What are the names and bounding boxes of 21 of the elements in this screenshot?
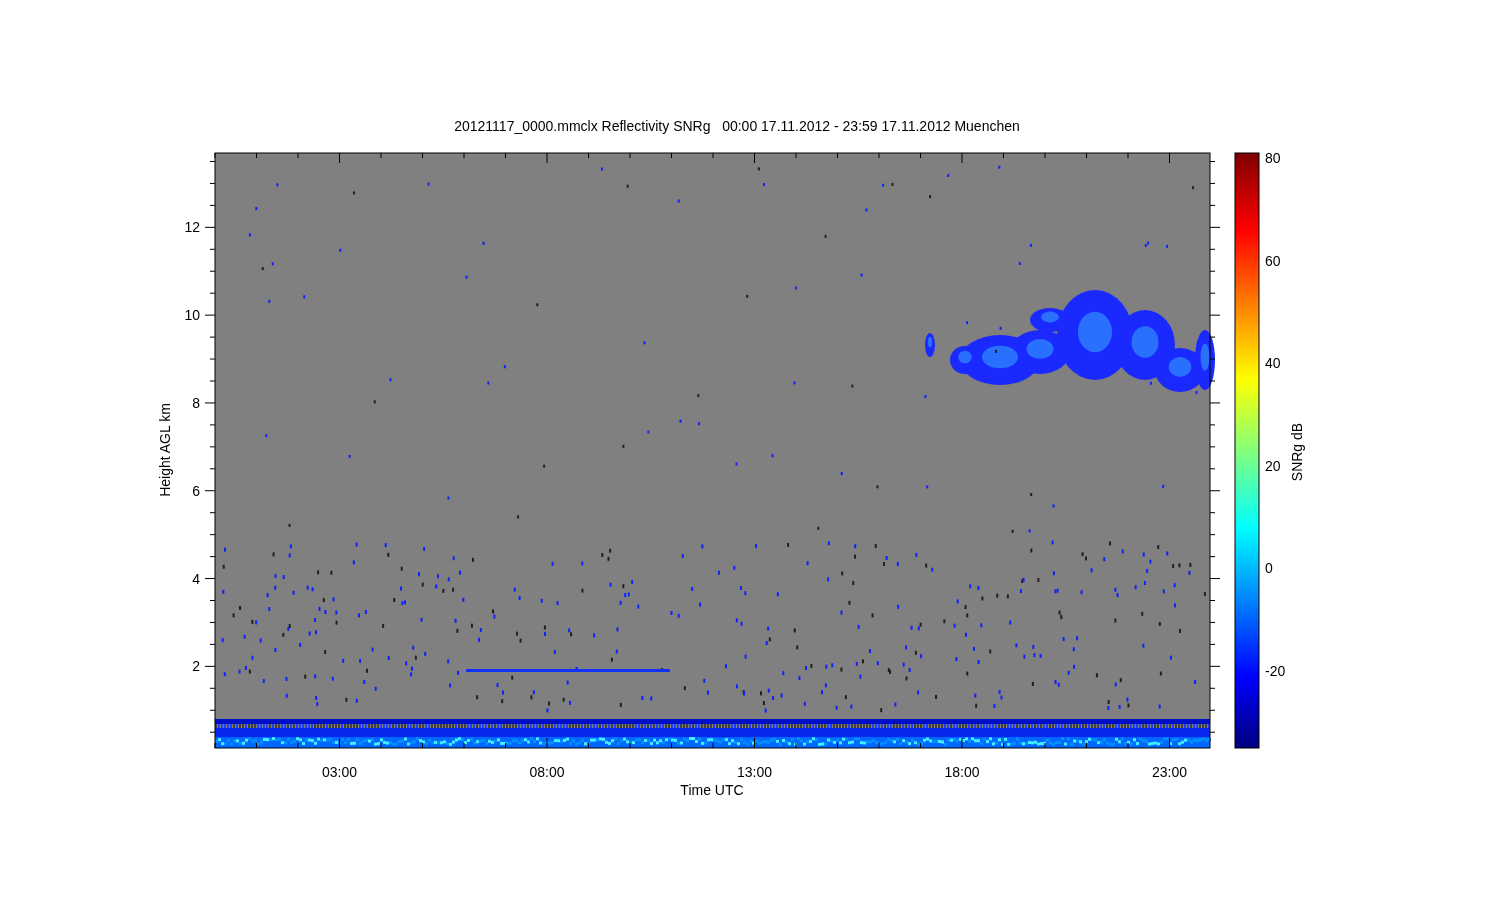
tick-label: 23:00 — [1152, 764, 1187, 780]
axis-label: Height AGL km — [157, 403, 173, 497]
tick-label: 4 — [192, 570, 200, 587]
chart-title: 20121117_0000.mmclx Reflectivity SNRg 00:00 17.11.2012 - 23:59 17.11.2012 Muenchen — [454, 118, 1020, 134]
tick-label: 8 — [192, 394, 200, 411]
tick-label: -20 — [1265, 663, 1286, 679]
tick-label: 18:00 — [944, 764, 980, 780]
tick-label: 03:00 — [322, 764, 357, 780]
axis-label: SNRg dB — [1289, 422, 1305, 482]
tick-label: 40 — [1265, 355, 1281, 372]
tick-label: 20 — [1265, 457, 1281, 474]
tick-label: 2 — [192, 658, 200, 675]
tick-label: 60 — [1265, 252, 1281, 269]
tick-label: 0 — [1265, 560, 1273, 577]
tick-label: 10 — [184, 307, 200, 324]
axis-label: Time UTC — [680, 782, 744, 798]
tick-label: 12 — [184, 219, 200, 236]
tick-label: 08:00 — [529, 764, 565, 780]
tick-label: 80 — [1265, 150, 1281, 166]
tick-label: 6 — [192, 482, 200, 499]
tick-label: 13:00 — [737, 764, 772, 780]
